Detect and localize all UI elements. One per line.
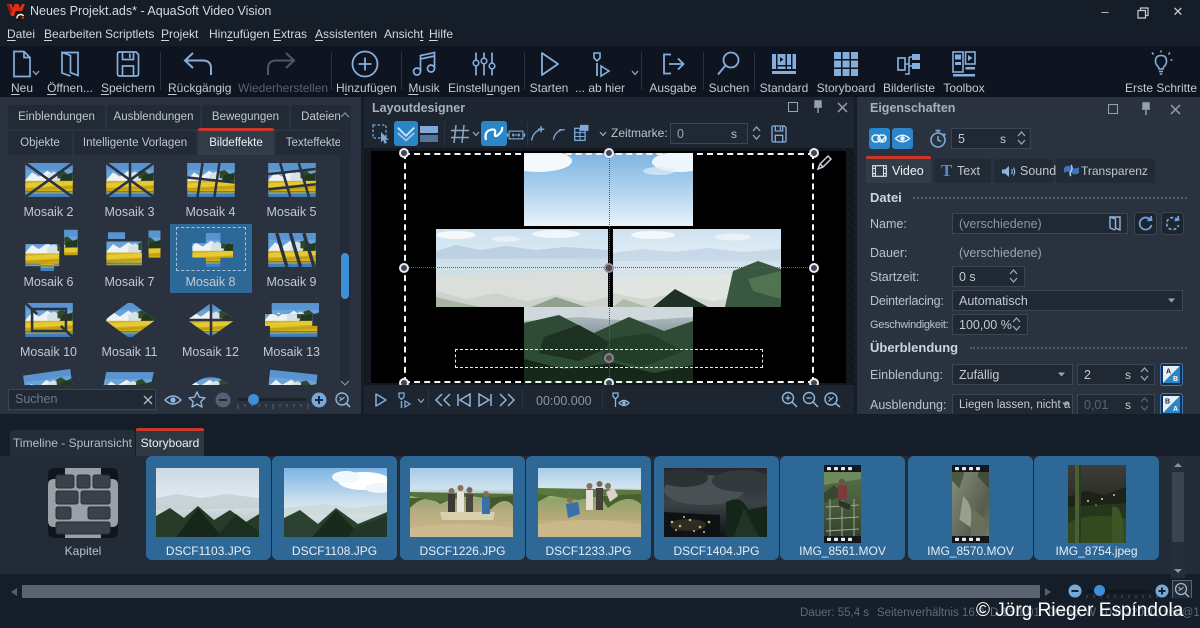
- svg-text:A: A: [1173, 406, 1178, 413]
- svg-text:B: B: [1173, 376, 1178, 383]
- svg-text:B: B: [1165, 399, 1170, 406]
- svg-text:A: A: [1166, 369, 1171, 376]
